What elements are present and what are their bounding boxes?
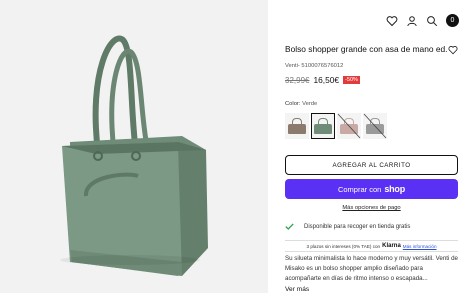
swatch-pink[interactable]: [337, 113, 361, 139]
cart-icon[interactable]: 0: [446, 14, 459, 27]
swatch-brown[interactable]: [285, 113, 309, 139]
header-icons: 0: [386, 14, 459, 27]
more-payment-options-link[interactable]: Más opciones de pago: [285, 205, 458, 211]
product-image[interactable]: [0, 0, 268, 293]
swatch-green[interactable]: [311, 113, 335, 139]
swatch-grey[interactable]: [363, 113, 387, 139]
swatch-bag-icon: [288, 117, 306, 134]
old-price: 32,99€: [285, 75, 310, 85]
klarna-banner: 3 plazos sin intereses (0% TAE) con Klar…: [285, 240, 458, 252]
klarna-logo: Klarna: [382, 243, 401, 249]
user-icon[interactable]: [406, 15, 418, 27]
color-swatches: [285, 113, 458, 139]
sale-price: 16,50€: [313, 75, 340, 85]
bag-photo: [0, 0, 268, 293]
see-more-link[interactable]: Ver más: [285, 286, 458, 293]
cart-count: 0: [450, 17, 455, 24]
wishlist-heart-icon[interactable]: [448, 45, 458, 55]
price-row: 32,99€ 16,50€ -50%: [285, 75, 458, 85]
search-icon[interactable]: [426, 15, 438, 27]
unavailable-slash-icon: [337, 113, 361, 139]
product-description: Su silueta minimalista lo hace moderno y…: [285, 255, 458, 282]
title-row: Bolso shopper grande con asa de mano ed.: [285, 44, 458, 55]
heart-icon[interactable]: [386, 15, 398, 27]
discount-badge: -50%: [343, 76, 360, 84]
color-label-text: Color:: [285, 101, 301, 107]
klarna-text: 3 plazos sin intereses (0% TAE) con: [306, 243, 381, 249]
swatch-bag-icon: [314, 117, 332, 134]
product-sku: Venti- 5100076576012: [285, 63, 344, 69]
unavailable-slash-icon: [363, 113, 387, 139]
pickup-text: Disponible para recoger en tienda gratis: [304, 223, 411, 230]
color-label: Color: Verde: [285, 101, 458, 107]
pickup-availability: Disponible para recoger en tienda gratis: [285, 223, 458, 230]
color-value: Verde: [302, 101, 318, 107]
product-title: Bolso shopper grande con asa de mano ed.: [285, 44, 448, 54]
add-to-cart-button[interactable]: AGREGAR AL CARRITO: [285, 155, 458, 175]
klarna-more-info-link[interactable]: Más información: [403, 244, 437, 249]
shop-pay-prefix: Comprar con: [337, 184, 382, 194]
shop-pay-logo: shop: [384, 184, 406, 194]
check-icon: [285, 223, 294, 230]
shop-pay-button[interactable]: Comprar con shop: [285, 179, 458, 199]
product-info: Bolso shopper grande con asa de mano ed.…: [285, 44, 458, 293]
